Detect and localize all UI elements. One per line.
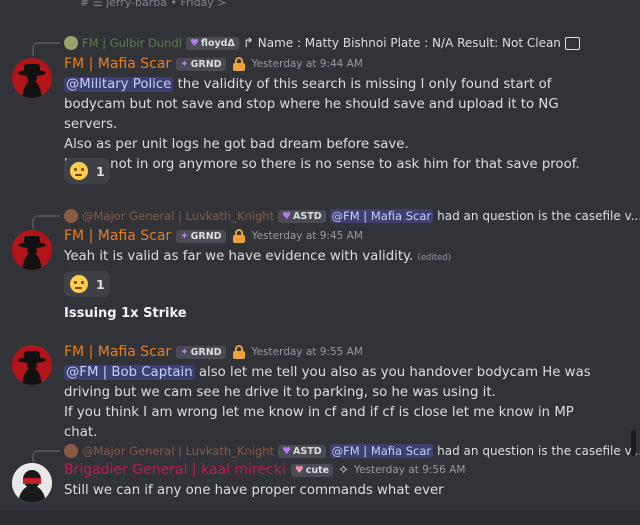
mafia-avatar-image bbox=[12, 230, 52, 270]
author-tag: ♥ cute bbox=[290, 463, 334, 477]
author-tag: ✦ GRND bbox=[176, 345, 226, 359]
heart-icon: ♥ bbox=[282, 210, 292, 222]
heart-icon: ♥ bbox=[294, 464, 304, 476]
message-text: Also as per unit logs he got bad dream b… bbox=[64, 137, 409, 152]
lock-badge-icon bbox=[232, 57, 245, 71]
masked-avatar-image bbox=[12, 463, 52, 503]
reply-arrow-icon: ↱ bbox=[242, 35, 254, 51]
message-body: @Military Police the validity of this se… bbox=[64, 75, 609, 175]
mention[interactable]: @FM | Bob Captain bbox=[64, 365, 195, 380]
reaction[interactable]: 1 bbox=[64, 158, 110, 184]
reaction[interactable]: 1 bbox=[64, 271, 110, 297]
reply-author-tag: ♥ ASTD bbox=[278, 444, 326, 458]
reply-avatar bbox=[64, 209, 78, 223]
author-tag: ✦ GRND bbox=[176, 229, 226, 243]
thread-header[interactable]: # ☰ jerry-barba • Friday > bbox=[0, 0, 640, 14]
reply-spine bbox=[32, 450, 60, 464]
message-text: Yeah it is valid as far we have evidence… bbox=[64, 249, 414, 264]
reply-preview[interactable]: @Major General | Luvkath_Knight ♥ ASTD @F… bbox=[32, 442, 640, 464]
reply-spine bbox=[32, 42, 60, 56]
message-header: FM | Mafia Scar ✦ GRND Yesterday at 9:44 … bbox=[64, 56, 363, 72]
message-header: FM | Mafia Scar ✦ GRND Yesterday at 9:55 … bbox=[64, 344, 363, 360]
mafia-avatar-image bbox=[12, 58, 52, 98]
reply-text: Name : Matty Bishnoi Plate : N/A Result:… bbox=[257, 36, 561, 50]
heart-icon: ♥ bbox=[189, 37, 199, 49]
thinking-face-icon bbox=[70, 162, 88, 180]
message-composer-edge bbox=[0, 511, 640, 525]
lock-badge-icon bbox=[232, 345, 245, 359]
reaction-count: 1 bbox=[96, 276, 105, 292]
mention[interactable]: @Military Police bbox=[64, 77, 174, 92]
message-body: Yeah it is valid as far we have evidence… bbox=[64, 247, 609, 268]
scrollbar-thumb[interactable] bbox=[631, 430, 636, 456]
message-body: @FM | Bob Captain also let me tell you a… bbox=[64, 363, 609, 443]
author-tag: ✦ GRND bbox=[176, 57, 226, 71]
avatar[interactable] bbox=[12, 230, 52, 270]
timestamp[interactable]: Yesterday at 9:44 AM bbox=[252, 58, 363, 70]
timestamp[interactable]: Yesterday at 9:56 AM bbox=[354, 464, 465, 476]
reply-author[interactable]: FM | Gulbir Dundl bbox=[82, 36, 182, 50]
message-text: If you think I am wrong let me know in c… bbox=[64, 405, 574, 440]
reply-text: had an question is the casefile v... bbox=[437, 209, 640, 223]
reply-preview[interactable]: @Major General | Luvkath_Knight ♥ ASTD @F… bbox=[32, 207, 640, 229]
reply-mention[interactable]: @FM | Mafia Scar bbox=[329, 444, 434, 458]
timestamp[interactable]: Yesterday at 9:55 AM bbox=[252, 346, 363, 358]
timestamp[interactable]: Yesterday at 9:45 AM bbox=[252, 230, 363, 242]
reply-avatar bbox=[64, 36, 78, 50]
reply-author-tag: ♥ ASTD bbox=[278, 209, 326, 223]
edited-label: (edited) bbox=[417, 253, 452, 263]
mafia-avatar-image bbox=[12, 345, 52, 385]
thread-header-text: # ☰ jerry-barba • Friday > bbox=[80, 0, 227, 9]
reply-spine bbox=[32, 215, 60, 229]
reply-text: had an question is the casefile v... bbox=[437, 444, 640, 458]
reply-preview[interactable]: FM | Gulbir Dundl ♥ floydΔ ↱ Name : Matty… bbox=[32, 34, 580, 56]
strike-announcement: Issuing 1x Strike bbox=[64, 306, 187, 321]
author-name[interactable]: FM | Mafia Scar bbox=[64, 228, 171, 244]
author-name[interactable]: FM | Mafia Scar bbox=[64, 344, 171, 360]
reply-avatar bbox=[64, 444, 78, 458]
message-body: Still we can if any one have proper comm… bbox=[64, 481, 609, 501]
reaction-count: 1 bbox=[96, 163, 105, 179]
tag-icon: ✦ bbox=[180, 346, 189, 358]
reply-author[interactable]: @Major General | Luvkath_Knight bbox=[82, 444, 274, 458]
heart-icon: ♥ bbox=[282, 445, 292, 457]
lock-badge-icon bbox=[232, 229, 245, 243]
tag-icon: ✦ bbox=[180, 230, 189, 242]
reply-author[interactable]: @Major General | Luvkath_Knight bbox=[82, 209, 274, 223]
image-attachment-icon bbox=[564, 36, 580, 50]
author-name[interactable]: Brigadier General | kaal mirecki bbox=[64, 462, 286, 478]
author-name[interactable]: FM | Mafia Scar bbox=[64, 56, 171, 72]
reply-mention[interactable]: @FM | Mafia Scar bbox=[329, 209, 434, 223]
message-header: FM | Mafia Scar ✦ GRND Yesterday at 9:45 … bbox=[64, 228, 363, 244]
avatar[interactable] bbox=[12, 463, 52, 503]
message-text: Unit is not in org anymore so there is n… bbox=[64, 157, 580, 172]
message-text: Still we can if any one have proper comm… bbox=[64, 483, 444, 498]
reply-author-tag: ♥ floydΔ bbox=[185, 36, 239, 50]
sparkle-icon: ✧ bbox=[338, 462, 350, 478]
avatar[interactable] bbox=[12, 345, 52, 385]
avatar[interactable] bbox=[12, 58, 52, 98]
thinking-face-icon bbox=[70, 275, 88, 293]
message-header: Brigadier General | kaal mirecki ♥ cute ✧… bbox=[64, 462, 465, 478]
tag-icon: ✦ bbox=[180, 58, 189, 70]
